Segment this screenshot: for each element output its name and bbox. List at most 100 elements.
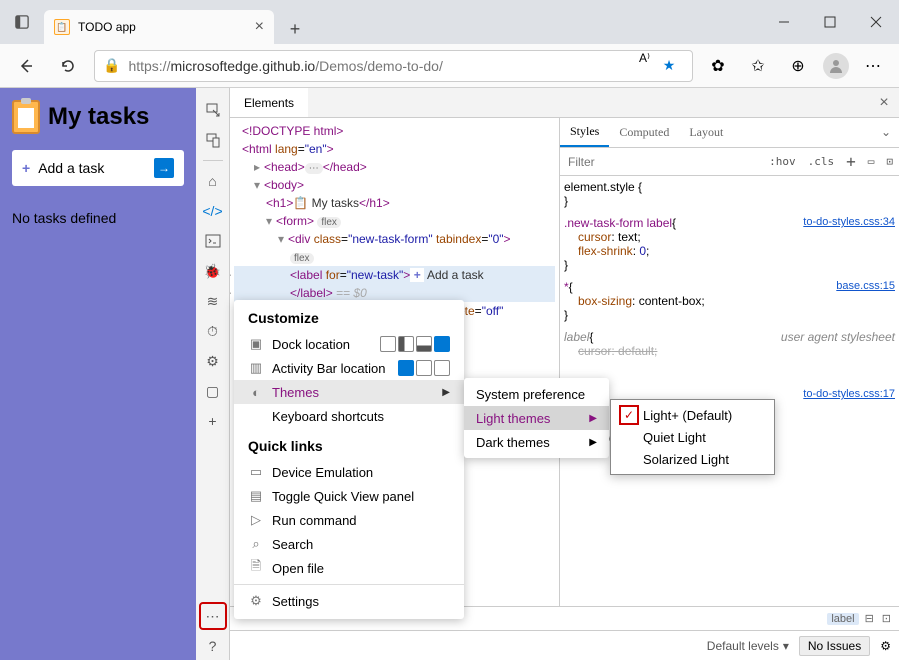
theme-icon: ◐ — [248, 384, 264, 400]
device-icon[interactable] — [199, 126, 227, 154]
tab-elements[interactable]: Elements — [230, 88, 308, 117]
inspect-icon[interactable] — [199, 96, 227, 124]
console-icon[interactable] — [199, 227, 227, 255]
light-themes-item[interactable]: Light themes▶ — [464, 406, 609, 430]
activity-bar: ⌂ </> 🐞 ≋ ⏱ ⚙ ▢ + ⋯ ? — [196, 88, 230, 660]
sources-icon[interactable]: 🐞 — [199, 257, 227, 285]
back-button[interactable] — [10, 50, 42, 82]
quiet-light-item[interactable]: Quiet Light — [611, 426, 774, 448]
application-icon[interactable]: ▢ — [199, 377, 227, 405]
activity-top-icon[interactable] — [416, 360, 432, 376]
refresh-button[interactable] — [52, 50, 84, 82]
devtools-tabstrip: Elements × — [230, 88, 899, 118]
submit-arrow-icon[interactable]: → — [154, 158, 174, 178]
breadcrumb-item[interactable]: label — [827, 613, 858, 625]
performance-icon[interactable]: ⏱ — [199, 317, 227, 345]
search-item[interactable]: ⌕Search — [234, 532, 464, 556]
styles-rules[interactable]: element.style {} .new-task-form label { … — [560, 176, 899, 606]
file-icon: 🗎 — [248, 560, 264, 576]
url-path: /Demos/demo-to-do/ — [315, 58, 443, 74]
tab-favicon: 📋 — [54, 19, 70, 35]
styles-panel: Styles Computed Layout ⌄ :hov .cls + ▭ ⊡ — [560, 118, 899, 606]
system-preference-item[interactable]: System preference — [464, 382, 609, 406]
open-file-item[interactable]: 🗎Open file — [234, 556, 464, 580]
minimize-button[interactable] — [761, 0, 807, 44]
activity-default-icon[interactable] — [434, 360, 450, 376]
url-protocol: https:// — [128, 58, 170, 74]
no-issues-badge[interactable]: No Issues — [799, 636, 870, 656]
add-task-button[interactable]: + Add a task → — [12, 150, 184, 186]
light-themes-submenu[interactable]: ✓ Light+ (Default) Quiet Light Solarized… — [610, 399, 775, 475]
device-emulation-item[interactable]: ▭Device Emulation — [234, 460, 464, 484]
welcome-icon[interactable]: ⌂ — [199, 167, 227, 195]
tab-title: TODO app — [78, 20, 136, 34]
maximize-button[interactable] — [807, 0, 853, 44]
themes-item[interactable]: ◐ Themes ▶ — [234, 380, 464, 404]
dock-undock-icon[interactable] — [380, 336, 396, 352]
expand-icon[interactable]: ⊡ — [882, 612, 891, 625]
activity-bar-location-item[interactable]: ▥ Activity Bar location — [234, 356, 464, 380]
solarized-light-item[interactable]: Solarized Light — [611, 448, 774, 470]
gear-icon: ⚙ — [248, 593, 264, 609]
tab-computed[interactable]: Computed — [609, 118, 679, 147]
chevron-down-icon[interactable]: ⌄ — [871, 118, 899, 147]
settings-menu-button[interactable]: ⋯ — [199, 602, 227, 630]
network-icon[interactable]: ≋ — [199, 287, 227, 315]
tab-layout[interactable]: Layout — [679, 118, 733, 147]
help-icon[interactable]: ? — [199, 632, 227, 660]
activity-left-icon[interactable] — [398, 360, 414, 376]
more-tools-icon[interactable]: + — [199, 407, 227, 435]
dark-themes-item[interactable]: Dark themes▶ — [464, 430, 609, 454]
themes-submenu[interactable]: System preference Light themes▶ Dark the… — [464, 378, 609, 458]
devtools-close-icon[interactable]: × — [869, 88, 899, 118]
dock-location-item[interactable]: ▣ Dock location — [234, 332, 464, 356]
favorites-icon[interactable]: ✩ — [743, 51, 773, 81]
toolbar: 🔒 https://microsoftedge.github.io/Demos/… — [0, 44, 899, 88]
window-controls — [761, 0, 899, 44]
read-aloud-icon[interactable]: A⁾ — [639, 51, 650, 81]
styles-filter-bar: :hov .cls + ▭ ⊡ — [560, 148, 899, 176]
dock-bottom-icon[interactable] — [416, 336, 432, 352]
extensions-icon[interactable]: ✿ — [703, 51, 733, 81]
url-host: microsoftedge.github.io — [170, 58, 315, 74]
console-strip: Default levels ▾ No Issues ⚙ — [230, 630, 899, 660]
tab-actions-icon[interactable] — [0, 0, 44, 44]
customize-menu[interactable]: Customize ▣ Dock location ▥ Activity Bar… — [234, 300, 464, 619]
rendering-icon[interactable]: ⊡ — [880, 155, 899, 168]
add-task-label: Add a task — [38, 160, 104, 176]
layout-icon: ▥ — [248, 360, 264, 376]
page-title: My tasks — [48, 103, 149, 131]
address-bar[interactable]: 🔒 https://microsoftedge.github.io/Demos/… — [94, 50, 693, 82]
dock-right-icon[interactable] — [434, 336, 450, 352]
dock-left-icon[interactable] — [398, 336, 414, 352]
quick-links-heading: Quick links — [234, 428, 464, 460]
cls-toggle[interactable]: .cls — [802, 155, 841, 168]
collections-icon[interactable]: ⊕ — [783, 51, 813, 81]
new-tab-button[interactable]: + — [280, 14, 310, 44]
close-window-button[interactable] — [853, 0, 899, 44]
memory-icon[interactable]: ⚙ — [199, 347, 227, 375]
computed-toggle-icon[interactable]: ▭ — [862, 155, 881, 168]
light-plus-item[interactable]: ✓ Light+ (Default) — [611, 404, 774, 426]
filter-input[interactable] — [560, 155, 763, 169]
hov-toggle[interactable]: :hov — [763, 155, 802, 168]
browser-tab[interactable]: 📋 TODO app × — [44, 10, 274, 44]
keyboard-shortcuts-item[interactable]: Keyboard shortcuts — [234, 404, 464, 428]
toggle-quickview-item[interactable]: ▤Toggle Quick View panel — [234, 484, 464, 508]
elements-icon[interactable]: </> — [199, 197, 227, 225]
plus-icon: + — [22, 160, 30, 176]
run-command-item[interactable]: ▷Run command — [234, 508, 464, 532]
page-content: My tasks + Add a task → No tasks defined — [0, 88, 196, 660]
close-tab-icon[interactable]: × — [255, 18, 264, 36]
default-levels-dropdown[interactable]: Default levels ▾ — [707, 639, 789, 653]
console-settings-icon[interactable]: ⚙ — [880, 639, 891, 653]
new-rule-icon[interactable]: + — [840, 152, 862, 171]
settings-item[interactable]: ⚙Settings — [234, 589, 464, 613]
favorite-icon[interactable]: ★ — [654, 51, 684, 81]
device-icon: ▭ — [248, 464, 264, 480]
dock-icon[interactable]: ⊟ — [865, 612, 874, 625]
menu-button[interactable]: ⋯ — [859, 51, 889, 81]
clipboard-icon — [12, 100, 40, 134]
profile-avatar[interactable] — [823, 53, 849, 79]
tab-styles[interactable]: Styles — [560, 118, 609, 147]
